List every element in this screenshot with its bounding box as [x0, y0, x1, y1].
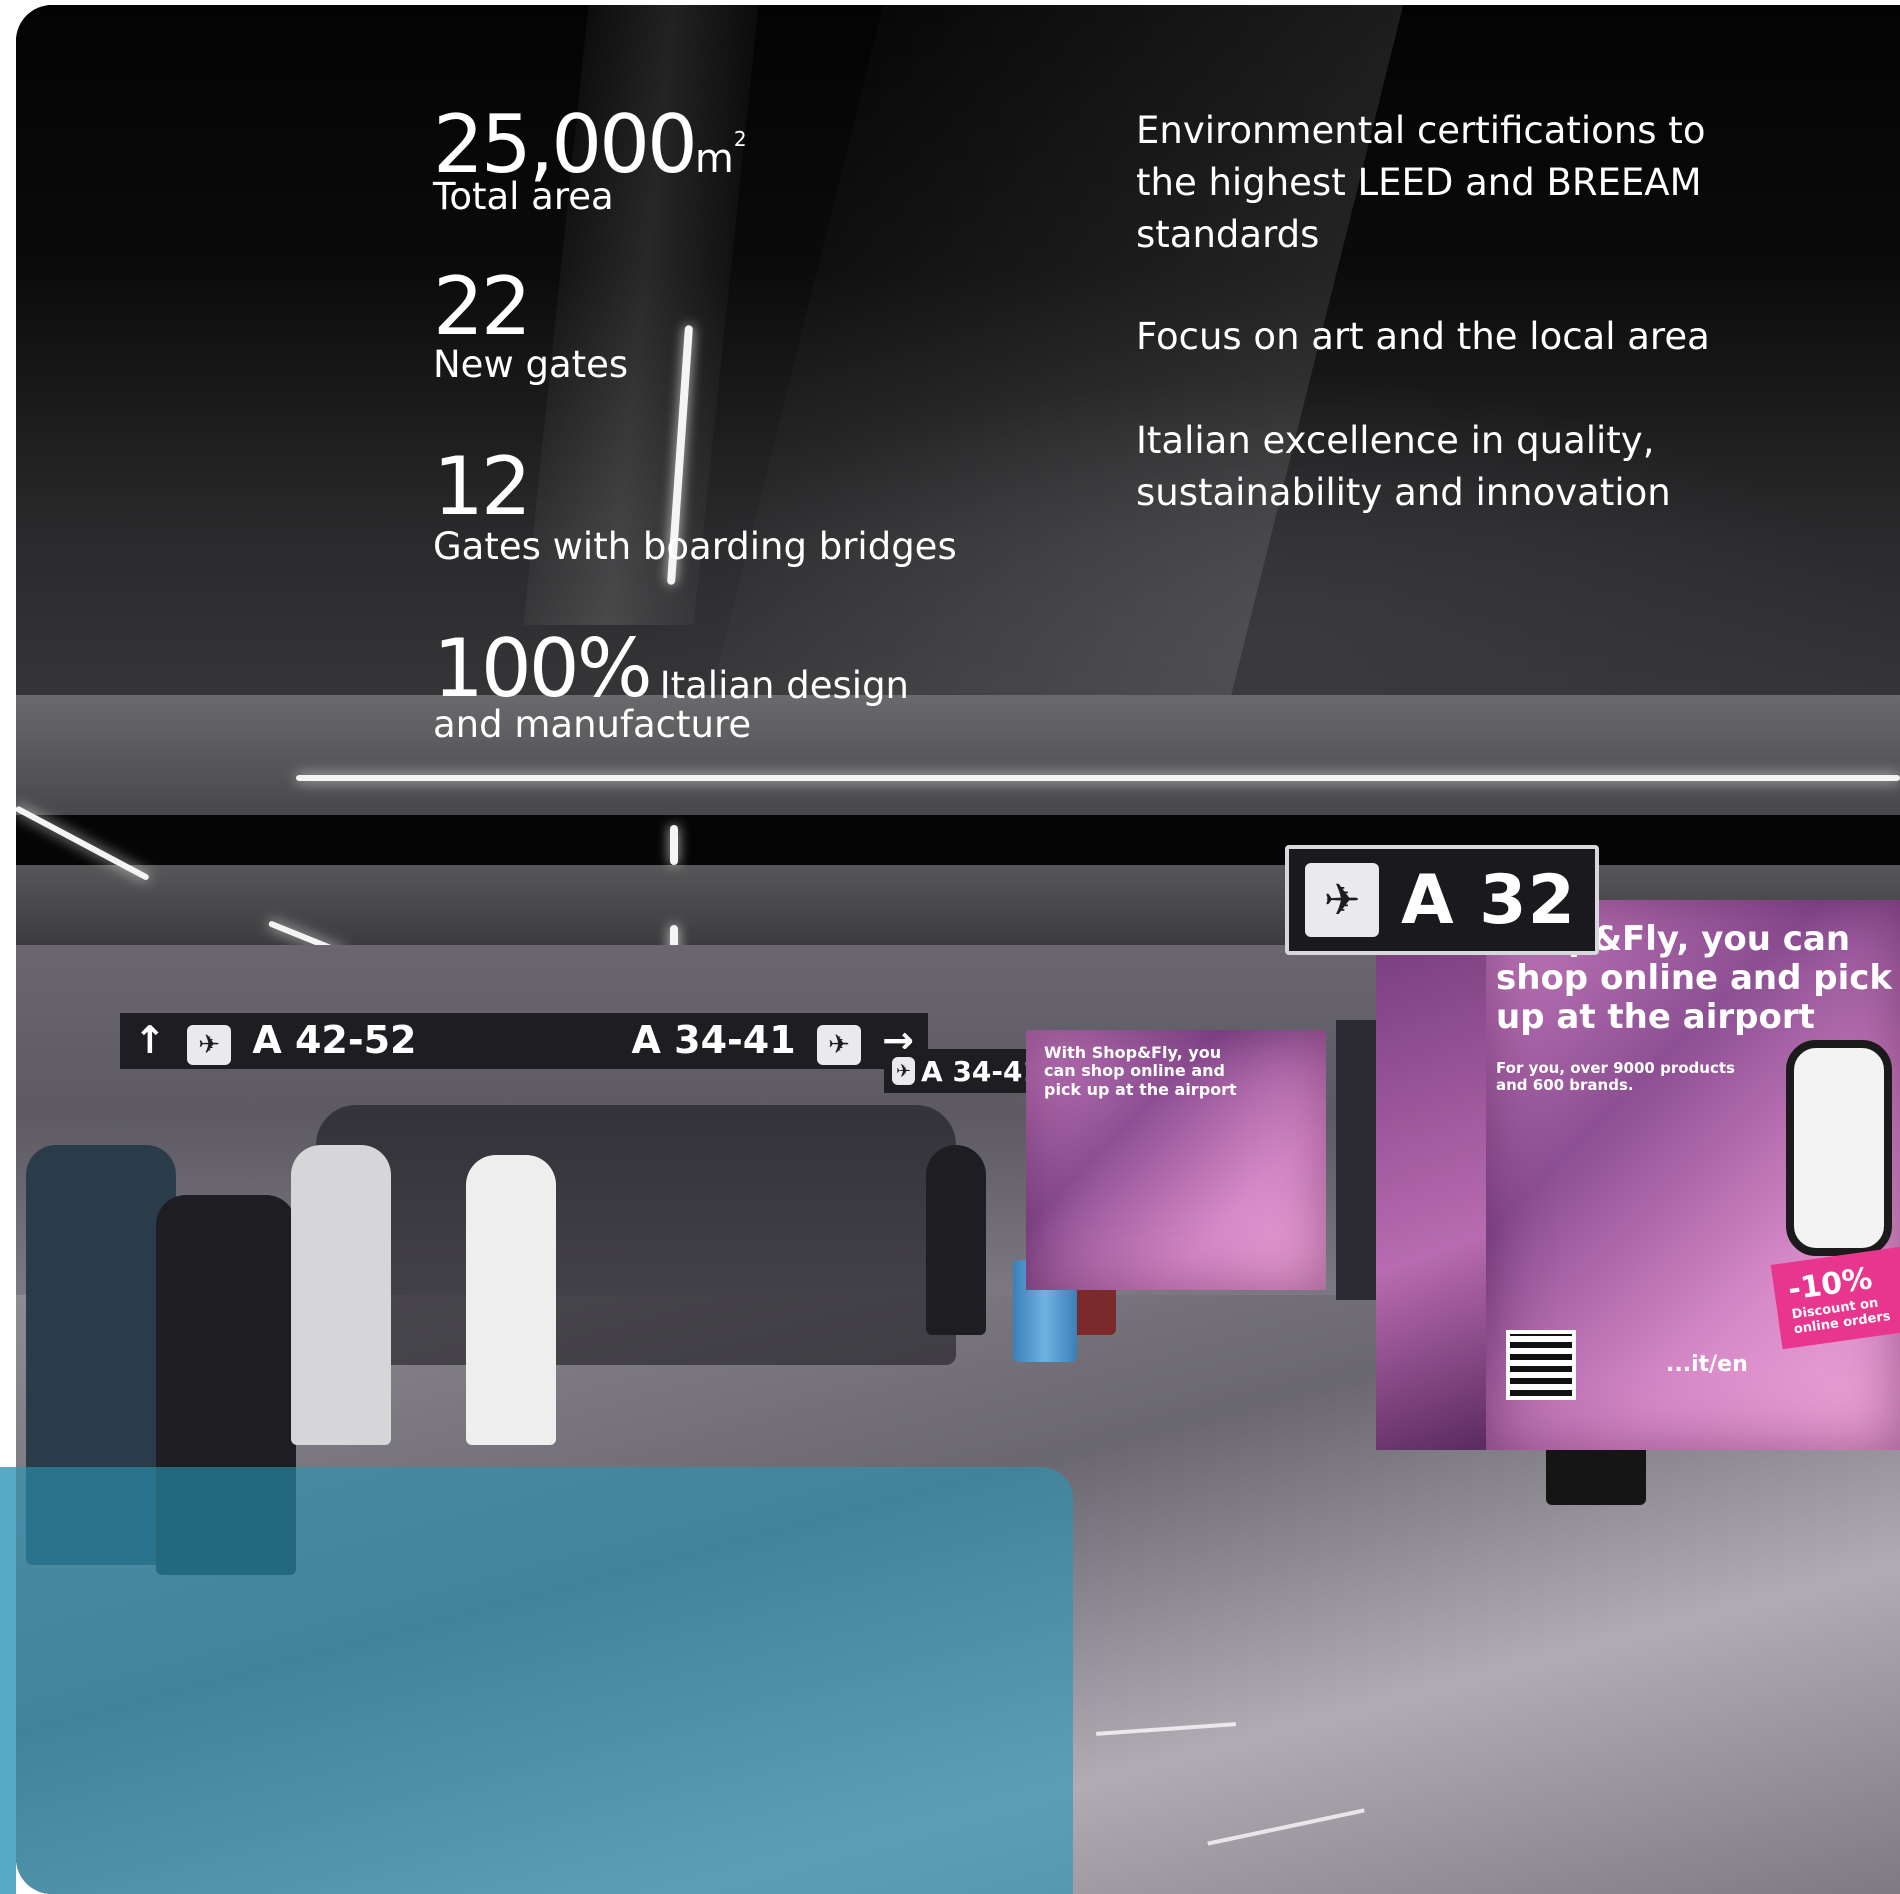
feature-certifications: Environmental certifications to the high… — [1136, 109, 1706, 256]
stat-label: Italian design — [659, 664, 909, 708]
gate-direction-left: ↑ ✈ A 42-52 — [134, 1018, 416, 1065]
stat-number: 12 — [433, 440, 532, 533]
stat-label: and manufacture — [433, 703, 752, 746]
plane-icon: ✈ — [1305, 863, 1379, 937]
ceiling-light — [670, 825, 678, 865]
ad-url: ...it/en — [1666, 1352, 1748, 1377]
traveller — [466, 1155, 556, 1445]
ceiling-band — [16, 695, 1900, 815]
phone-image — [1786, 1040, 1892, 1256]
stat-new-gates: 22 New gates — [433, 267, 628, 386]
crowd — [316, 1105, 956, 1365]
stat-unit: m — [694, 136, 734, 182]
qr-code — [1506, 1330, 1576, 1400]
stat-italian-design: 100% Italian design and manufacture — [433, 629, 909, 746]
gate-range-label: A 34-41 — [631, 1017, 796, 1062]
gate-range-label: A 34-41 — [921, 1054, 1042, 1088]
gate-sign: ✈ A 32 — [1285, 845, 1599, 955]
stat-value: 25,000m2 — [433, 105, 747, 185]
stat-label: Gates with boarding bridges — [433, 525, 957, 568]
ad-kiosk-side — [1376, 950, 1486, 1450]
ad-kiosk-small: With Shop&Fly, you can shop online and p… — [1026, 1030, 1326, 1290]
teal-overlay-edge — [0, 1467, 16, 1894]
teal-overlay — [16, 1467, 1073, 1894]
ad-subline: For you, over 9000 products and 600 bran… — [1496, 1059, 1735, 1095]
stat-boarding-bridges: 12 Gates with boarding bridges — [433, 447, 957, 568]
plane-icon: ✈ — [816, 1024, 861, 1065]
ad-headline: With Shop&Fly, you can shop online and p… — [1044, 1043, 1237, 1099]
feature-italian-excellence: Italian excellence in quality, sustainab… — [1136, 419, 1671, 514]
stat-unit-exponent: 2 — [733, 127, 747, 151]
hero-card: ↑ ✈ A 42-52 A 34-41 ✈ → ✈ A 34-41 With S… — [16, 5, 1900, 1894]
arrow-up-icon: ↑ — [134, 1017, 166, 1062]
pillar — [1336, 1020, 1376, 1300]
overhead-direction-sign: ↑ ✈ A 42-52 A 34-41 ✈ → — [120, 1013, 928, 1069]
stat-label: New gates — [433, 343, 629, 386]
plane-icon: ✈ — [187, 1024, 232, 1065]
stat-total-area: 25,000m2 Total area — [433, 105, 747, 218]
gate-range-label: A 42-52 — [252, 1017, 417, 1062]
traveller — [926, 1145, 986, 1335]
traveller — [291, 1145, 391, 1445]
discount-badge: -10% Discount on online orders — [1770, 1245, 1900, 1350]
light-strip — [296, 775, 1900, 781]
stat-number: 22 — [433, 260, 532, 353]
stat-number: 100% — [433, 622, 653, 715]
gate-direction-right: A 34-41 ✈ → — [632, 1018, 914, 1065]
plane-icon: ✈ — [892, 1057, 916, 1085]
gate-number: A 32 — [1401, 860, 1576, 940]
feature-art: Focus on art and the local area — [1136, 315, 1710, 358]
ad-kiosk-large: Shop&Fly, you can shop online and pick u… — [1486, 900, 1900, 1450]
